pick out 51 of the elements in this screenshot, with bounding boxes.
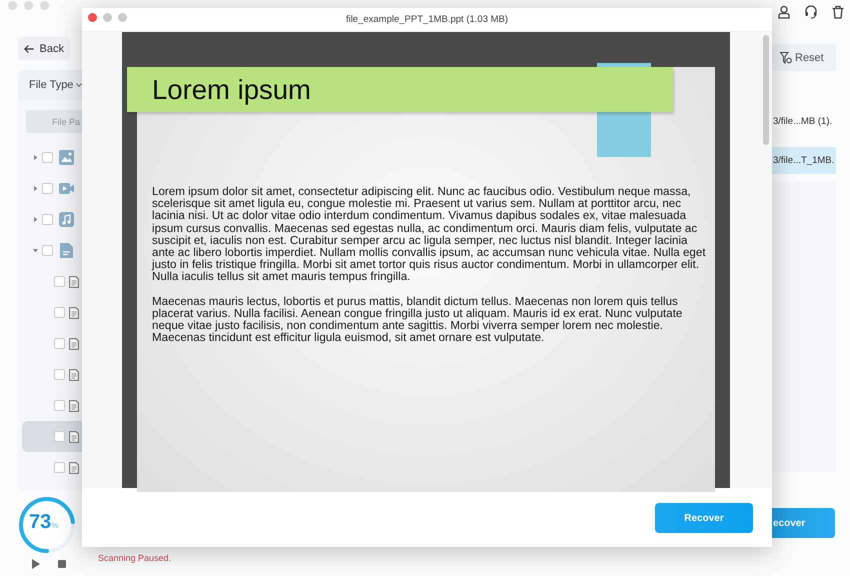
expand-caret-icon[interactable] — [33, 217, 38, 222]
expand-caret-icon[interactable] — [33, 186, 38, 191]
close-button[interactable] — [88, 13, 97, 22]
document-icon — [69, 306, 79, 318]
progress-value: 73 — [29, 511, 52, 534]
checkbox[interactable] — [54, 431, 65, 442]
checkbox[interactable] — [54, 462, 65, 473]
scrollbar-thumb[interactable] — [763, 35, 769, 145]
minimize-button[interactable] — [103, 13, 112, 22]
slide-paragraph: Maecenas mauris lectus, lobortis et purus mattis, blandit dictum tellus. Maecenas non lorem quis tellus placerat varius. Nulla facilisi. Aenean congue fringilla justo ut aliquam. Mauris id ex erat. Nunc vulputate neque vitae justo facilisis, non condimentum ante sagittis. Morbi viverra semper lorem nec molestie. Maecenas tincidunt est efficitur ligula euismod, sit amet ornare est vulputate. — [152, 296, 684, 344]
file-path-row[interactable]: 3/file...MB (1). — [772, 108, 836, 135]
window-title: file_example_PPT_1MB.ppt (1.03 MB) — [346, 14, 508, 25]
document-icon — [69, 400, 79, 412]
checkbox[interactable] — [54, 276, 65, 287]
music-note-icon — [59, 212, 74, 227]
checkbox[interactable] — [54, 338, 65, 349]
user-icon[interactable] — [777, 5, 791, 19]
video-camera-icon — [59, 181, 74, 196]
scan-status: Scanning Paused. — [98, 553, 172, 563]
back-button[interactable]: Back — [18, 37, 70, 60]
document-icon — [69, 338, 79, 350]
checkbox[interactable] — [54, 369, 65, 380]
slide-heading: Lorem ipsum — [152, 74, 311, 106]
reset-button[interactable]: Reset — [772, 44, 836, 71]
document-icon — [69, 368, 79, 380]
document-icon — [59, 243, 74, 258]
file-row[interactable] — [22, 421, 82, 452]
filter-reset-icon — [780, 52, 792, 64]
checkbox[interactable] — [42, 214, 53, 225]
file-path-row[interactable]: 3/file...T_1MB. — [772, 147, 836, 174]
checkbox[interactable] — [54, 400, 65, 411]
progress-ring — [16, 494, 78, 556]
expand-caret-icon[interactable] — [33, 248, 38, 253]
image-icon — [59, 150, 74, 165]
slide-paragraph: Lorem ipsum dolor sit amet, consectetur adipiscing elit. Nunc ac faucibus odio. Vestibulum neque massa, scelerisque sit amet ligula eu, congue molestie mi. Praesent ut varius sem. Nullam at porttitor arcu, nec lacinia nisi. Ut ac dolor vitae odio interdum condimentum. Vivamus dapibus sodales ex, vitae malesuada ipsum cursus convallis. Maecenas sed egestas nulla, ac condimentum orci. Mauris diam felis, vulputate ac suscipit et, iaculis non est. Curabitur semper arcu ac ligula semper, nec luctus nisl blandit. Integer lacinia ante ac libero lobortis imperdiet. Nullam mollis convallis ipsum, ac accumsan nunc vehicula vitae. Nulla eget justo in felis tristique fringilla. Morbi sit amet tortor quis risus auctor condimentum. Morbi in ullamcorper elit. Nulla iaculis tellus sit amet mauris tempus fringilla. — [152, 186, 707, 284]
checkbox[interactable] — [42, 152, 53, 163]
percent-sign: % — [51, 521, 58, 530]
trash-icon[interactable] — [831, 5, 845, 19]
play-icon[interactable] — [32, 559, 40, 569]
stop-icon[interactable] — [58, 560, 66, 568]
document-icon — [69, 430, 79, 442]
back-arrow-icon — [24, 44, 35, 54]
zoom-button[interactable] — [118, 13, 127, 22]
checkbox[interactable] — [42, 183, 53, 194]
expand-caret-icon[interactable] — [33, 155, 38, 160]
document-icon — [69, 462, 79, 474]
headset-icon[interactable] — [804, 5, 818, 19]
caret-icon — [76, 83, 82, 87]
document-icon — [69, 276, 79, 288]
checkbox[interactable] — [54, 307, 65, 318]
checkbox[interactable] — [42, 245, 53, 256]
